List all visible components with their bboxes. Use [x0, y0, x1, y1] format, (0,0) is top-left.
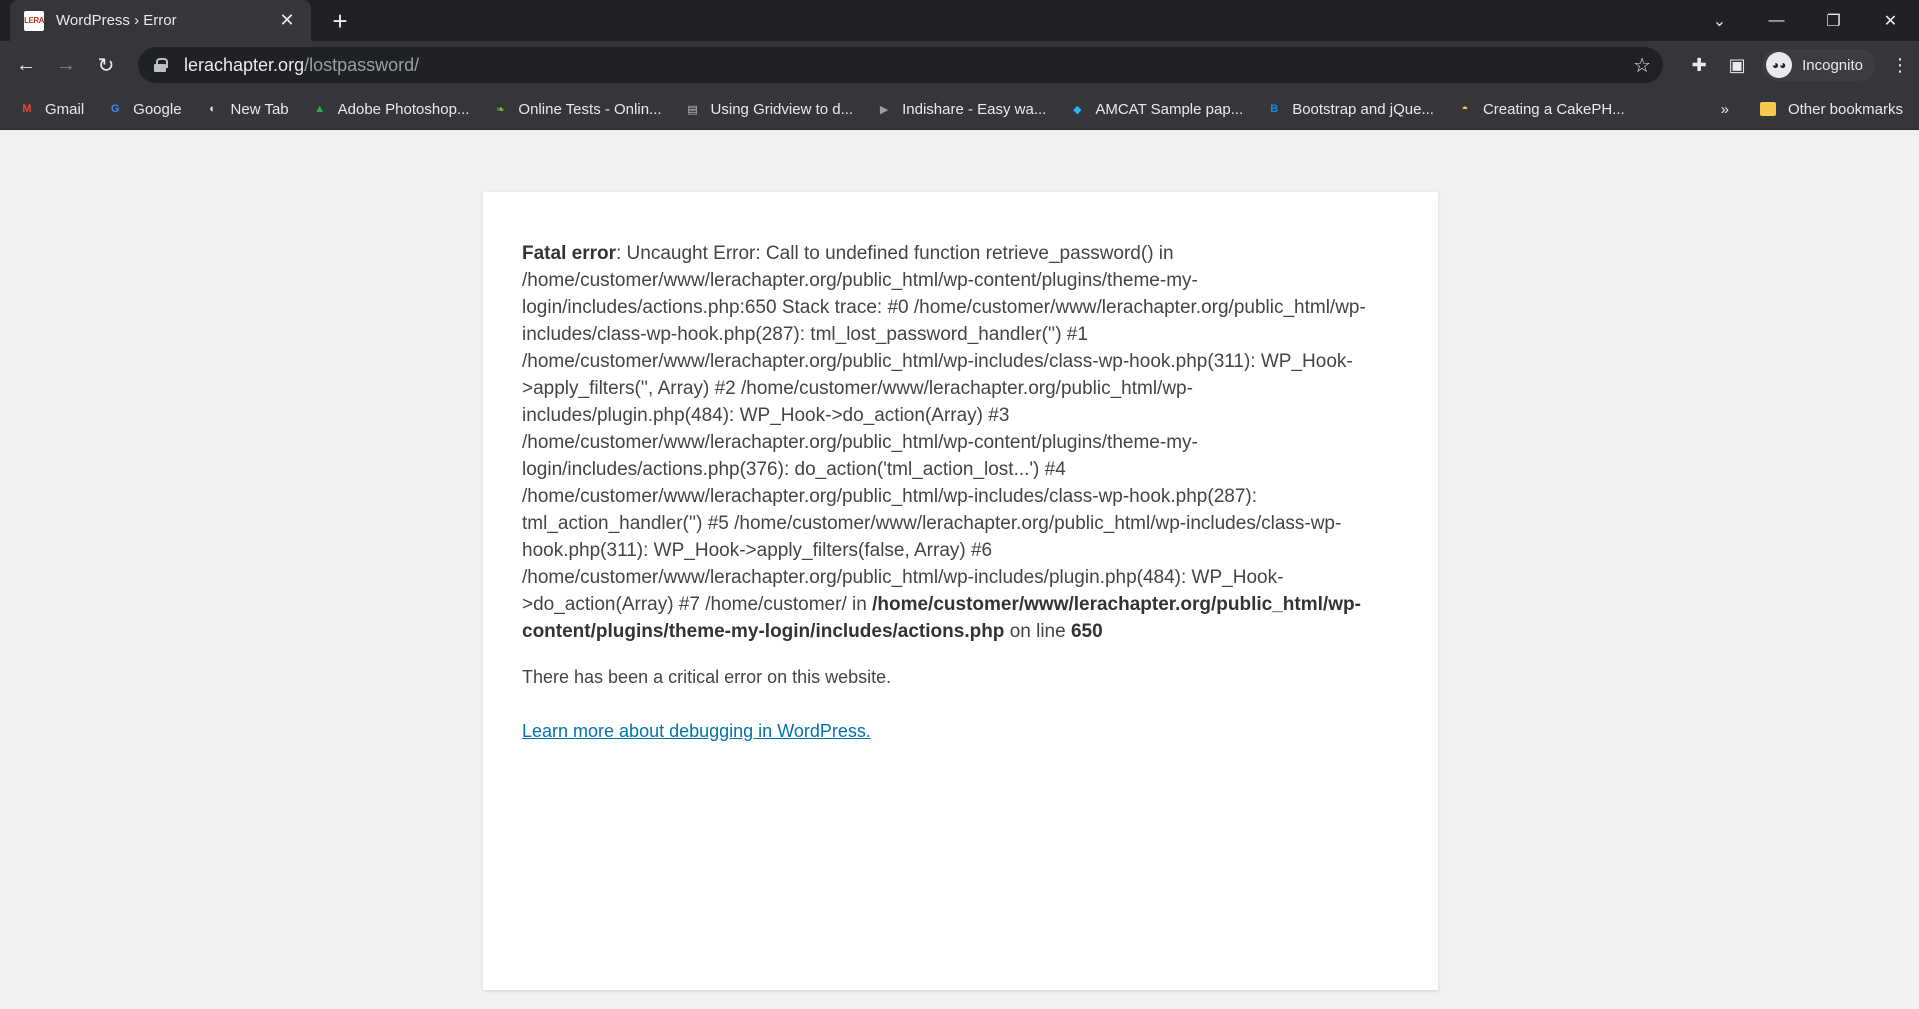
- minimize-button[interactable]: —: [1748, 12, 1805, 30]
- fatal-error-label: Fatal error: [522, 243, 616, 264]
- lock-icon[interactable]: [154, 58, 168, 72]
- incognito-profile-button[interactable]: ◕◕ Incognito: [1762, 49, 1875, 81]
- bookmark-label: Bootstrap and jQue...: [1292, 100, 1434, 118]
- incognito-label: Incognito: [1802, 56, 1863, 74]
- fatal-error-text: Fatal error: Uncaught Error: Call to und…: [522, 240, 1399, 645]
- bookmark-star-icon[interactable]: ☆: [1633, 53, 1651, 78]
- globe-icon: ◐: [209, 103, 216, 115]
- toolbar-actions: ✚ ▣ ◕◕ Incognito ⋮: [1680, 41, 1919, 89]
- bookmark-label: Adobe Photoshop...: [337, 100, 470, 118]
- browser-toolbar: ← → ↻ lerachapter.org/lostpassword/ ☆ ✚ …: [0, 41, 1919, 89]
- doc-icon: ▤: [687, 103, 698, 116]
- bookmark-item[interactable]: G Google: [106, 100, 182, 118]
- tab-search-icon[interactable]: ⌄: [1691, 11, 1748, 31]
- folder-icon: [1759, 102, 1776, 116]
- cake-icon: ◓: [1461, 103, 1469, 115]
- extensions-icon[interactable]: ✚: [1680, 55, 1718, 76]
- bookmark-item[interactable]: ◆ AMCAT Sample pap...: [1068, 100, 1243, 118]
- side-panel-icon[interactable]: ▣: [1718, 55, 1756, 76]
- bookmark-label: Gmail: [45, 100, 85, 118]
- active-tab[interactable]: LERA WordPress › Error ✕: [10, 0, 311, 41]
- menu-icon[interactable]: ⋮: [1881, 55, 1919, 76]
- gmail-icon: M: [22, 103, 32, 115]
- bootstrap-icon: B: [1270, 103, 1279, 115]
- bookmarks-bar: M Gmail G Google ◐ New Tab ▲ Adobe Photoshop...…: [0, 89, 1919, 130]
- other-bookmarks-folder[interactable]: Other bookmarks: [1759, 100, 1903, 118]
- tab-strip: LERA WordPress › Error ✕ + ⌄ — ❐ ✕: [0, 0, 1919, 41]
- address-bar[interactable]: lerachapter.org/lostpassword/ ☆: [138, 47, 1663, 83]
- google-icon: G: [110, 103, 120, 115]
- bookmark-label: Using Gridview to d...: [710, 100, 854, 118]
- bookmark-item[interactable]: ▲ Adobe Photoshop...: [311, 100, 470, 118]
- browser-chrome: LERA WordPress › Error ✕ + ⌄ — ❐ ✕ ← → ↻…: [0, 0, 1919, 130]
- bookmarks-overflow-button[interactable]: »: [1721, 101, 1729, 118]
- drive-icon: ▲: [314, 103, 326, 115]
- bookmark-item[interactable]: ❧ Online Tests - Onlin...: [491, 100, 662, 118]
- incognito-icon: ◕◕: [1766, 52, 1793, 78]
- bookmark-label: AMCAT Sample pap...: [1095, 100, 1244, 118]
- on-line-text: on line: [1004, 621, 1071, 642]
- back-button[interactable]: ←: [8, 47, 44, 83]
- debugging-link[interactable]: Learn more about debugging in WordPress.: [522, 721, 871, 742]
- bookmark-item[interactable]: ▶ Indishare - Easy wa...: [875, 100, 1046, 118]
- bookmark-label: Creating a CakePH...: [1482, 100, 1625, 118]
- bookmark-label: Indishare - Easy wa...: [902, 100, 1047, 118]
- error-card: Fatal error: Uncaught Error: Call to und…: [483, 192, 1438, 990]
- new-tab-button[interactable]: +: [325, 6, 355, 37]
- diamond-icon: ◆: [1073, 103, 1082, 116]
- restore-button[interactable]: ❐: [1805, 11, 1862, 31]
- page-viewport: Fatal error: Uncaught Error: Call to und…: [0, 130, 1919, 1009]
- line-number: 650: [1070, 621, 1103, 642]
- forward-button[interactable]: →: [48, 47, 84, 83]
- play-circle-icon: ▶: [879, 103, 889, 116]
- bookmark-item[interactable]: ◐ New Tab: [204, 100, 289, 118]
- leaf-icon: ❧: [495, 103, 506, 116]
- tab-title: WordPress › Error: [56, 12, 177, 29]
- critical-error-message: There has been a critical error on this …: [522, 667, 892, 687]
- bookmark-label: Google: [133, 100, 182, 118]
- bookmark-item[interactable]: B Bootstrap and jQue...: [1265, 100, 1434, 118]
- close-window-button[interactable]: ✕: [1862, 11, 1919, 31]
- reload-button[interactable]: ↻: [88, 47, 124, 83]
- close-tab-icon[interactable]: ✕: [275, 10, 299, 31]
- bookmark-item[interactable]: ◓ Creating a CakePH...: [1456, 100, 1625, 118]
- favicon-icon: LERA: [24, 10, 44, 31]
- error-body: : Uncaught Error: Call to undefined func…: [522, 243, 1366, 615]
- bookmark-item[interactable]: M Gmail: [18, 100, 84, 118]
- bookmark-label: New Tab: [230, 100, 289, 118]
- url-host: lerachapter.org: [184, 54, 305, 75]
- bookmark-item[interactable]: ▤ Using Gridview to d...: [684, 100, 854, 118]
- bookmark-label: Online Tests - Onlin...: [518, 100, 662, 118]
- url-path: /lostpassword/: [304, 54, 420, 75]
- other-bookmarks-label: Other bookmarks: [1787, 100, 1903, 118]
- window-controls: ⌄ — ❐ ✕: [1691, 0, 1919, 41]
